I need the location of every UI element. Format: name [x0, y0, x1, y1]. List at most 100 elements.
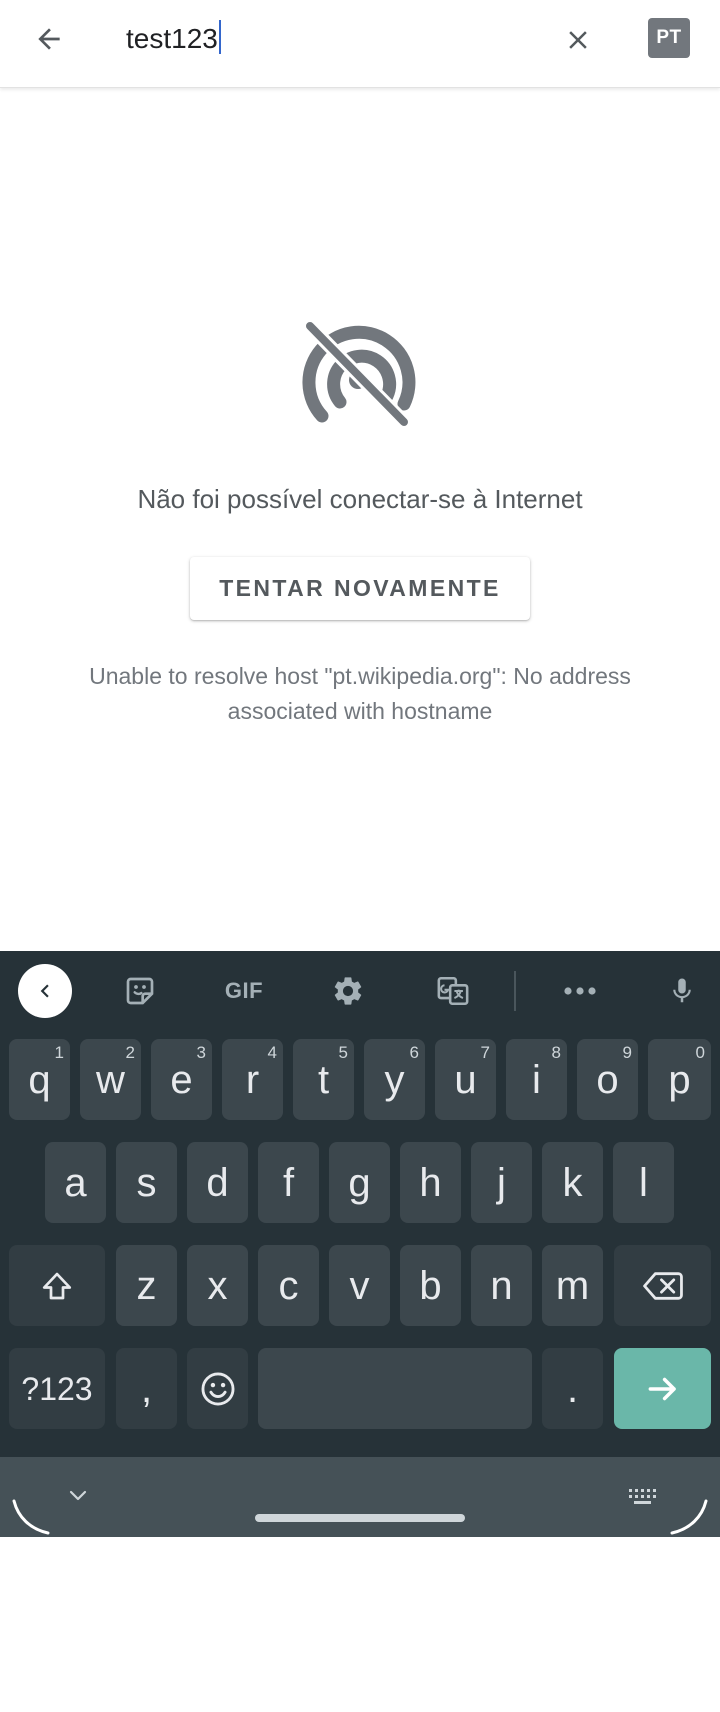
- recents-gesture-corner-icon: [670, 1499, 708, 1535]
- key-label: ,: [140, 1366, 153, 1411]
- sticker-icon: [126, 977, 154, 1005]
- emoji-icon: [201, 1372, 234, 1405]
- settings-gear-icon: [334, 977, 362, 1005]
- retry-button[interactable]: TENTAR NOVAMENTE: [190, 557, 530, 620]
- key-label: s: [136, 1160, 157, 1205]
- key-label: p: [668, 1057, 691, 1102]
- key-j[interactable]: j: [471, 1142, 532, 1223]
- emoji-key[interactable]: [187, 1348, 248, 1429]
- key-p[interactable]: p0: [648, 1039, 711, 1120]
- key-hint: 0: [695, 1043, 705, 1062]
- key-u[interactable]: u7: [435, 1039, 496, 1120]
- back-button[interactable]: [28, 18, 70, 60]
- more-options-button[interactable]: [556, 967, 604, 1015]
- gif-button[interactable]: GIF: [216, 967, 272, 1015]
- key-c[interactable]: c: [258, 1245, 319, 1326]
- key-l[interactable]: l: [613, 1142, 674, 1223]
- language-selector-button[interactable]: PT: [648, 18, 690, 58]
- key-label: w: [96, 1057, 125, 1102]
- key-label: k: [562, 1160, 583, 1205]
- key-label: i: [532, 1057, 541, 1102]
- retry-button-label: TENTAR NOVAMENTE: [219, 575, 501, 601]
- key-hint: 5: [338, 1043, 348, 1062]
- key-x[interactable]: x: [187, 1245, 248, 1326]
- home-gesture-handle[interactable]: [255, 1514, 465, 1522]
- key-y[interactable]: y6: [364, 1039, 425, 1120]
- key-hint: 2: [125, 1043, 135, 1062]
- symbols-key[interactable]: ?123: [9, 1348, 105, 1429]
- error-detail: Unable to resolve host "pt.wikipedia.org…: [89, 663, 631, 724]
- hide-keyboard-icon[interactable]: [68, 1489, 88, 1503]
- key-d[interactable]: d: [187, 1142, 248, 1223]
- period-key[interactable]: .: [542, 1348, 603, 1429]
- keyboard-settings-button[interactable]: [324, 967, 372, 1015]
- key-label: z: [136, 1263, 157, 1308]
- comma-key[interactable]: ,: [116, 1348, 177, 1429]
- key-b[interactable]: b: [400, 1245, 461, 1326]
- key-m[interactable]: m: [542, 1245, 603, 1326]
- key-e[interactable]: e3: [151, 1039, 212, 1120]
- key-label: u: [454, 1057, 477, 1102]
- key-label: a: [64, 1160, 87, 1205]
- key-label: l: [639, 1160, 648, 1205]
- navigation-bar: [0, 1457, 720, 1537]
- clear-search-button[interactable]: [556, 18, 600, 62]
- key-label: j: [497, 1160, 506, 1205]
- key-label: f: [282, 1160, 295, 1205]
- key-g[interactable]: g: [329, 1142, 390, 1223]
- arrow-right-icon: [648, 1377, 676, 1400]
- search-input[interactable]: test123: [126, 20, 221, 58]
- key-n[interactable]: n: [471, 1245, 532, 1326]
- key-q[interactable]: q1: [9, 1039, 70, 1120]
- translate-icon: [437, 976, 469, 1006]
- arrow-left-icon: [38, 28, 60, 50]
- no-connection-icon: [302, 319, 416, 428]
- keyboard-back-button[interactable]: [18, 964, 72, 1018]
- key-label: v: [349, 1263, 370, 1308]
- key-h[interactable]: h: [400, 1142, 461, 1223]
- key-label: t: [317, 1057, 330, 1102]
- microphone-icon: [673, 978, 691, 1003]
- gif-icon: GIF: [224, 978, 264, 1003]
- text-caret: [218, 20, 221, 54]
- key-hint: 1: [54, 1043, 64, 1062]
- key-hint: 4: [267, 1043, 277, 1062]
- enter-key[interactable]: [614, 1348, 711, 1429]
- key-r[interactable]: r4: [222, 1039, 283, 1120]
- key-label: ?123: [21, 1370, 93, 1407]
- translate-button[interactable]: [428, 967, 478, 1015]
- key-label: h: [419, 1160, 442, 1205]
- key-label: e: [170, 1057, 193, 1102]
- key-hint: 6: [409, 1043, 419, 1062]
- voice-input-button[interactable]: [660, 967, 704, 1015]
- error-title: Não foi possível conectar-se à Internet: [137, 484, 583, 514]
- key-label: m: [555, 1263, 590, 1308]
- key-label: x: [207, 1263, 228, 1308]
- key-label: d: [206, 1160, 229, 1205]
- key-a[interactable]: a: [45, 1142, 106, 1223]
- close-icon: [569, 31, 587, 49]
- space-key[interactable]: [258, 1348, 532, 1429]
- more-icon: [564, 987, 596, 995]
- keyboard-switch-icon[interactable]: [628, 1487, 658, 1509]
- backspace-key[interactable]: [614, 1245, 711, 1326]
- key-v[interactable]: v: [329, 1245, 390, 1326]
- key-i[interactable]: i8: [506, 1039, 567, 1120]
- key-t[interactable]: t5: [293, 1039, 354, 1120]
- key-o[interactable]: o9: [577, 1039, 638, 1120]
- key-w[interactable]: w2: [80, 1039, 141, 1120]
- key-label: g: [348, 1160, 371, 1205]
- key-s[interactable]: s: [116, 1142, 177, 1223]
- key-z[interactable]: z: [116, 1245, 177, 1326]
- sticker-button[interactable]: [116, 967, 164, 1015]
- key-f[interactable]: f: [258, 1142, 319, 1223]
- key-label: o: [596, 1057, 619, 1102]
- key-k[interactable]: k: [542, 1142, 603, 1223]
- shift-icon: [42, 1272, 72, 1299]
- search-toolbar: test123 PT: [0, 0, 720, 88]
- key-hint: 3: [196, 1043, 206, 1062]
- key-label: q: [28, 1057, 51, 1102]
- key-label: n: [490, 1263, 513, 1308]
- key-hint: 8: [551, 1043, 561, 1062]
- shift-key[interactable]: [9, 1245, 105, 1326]
